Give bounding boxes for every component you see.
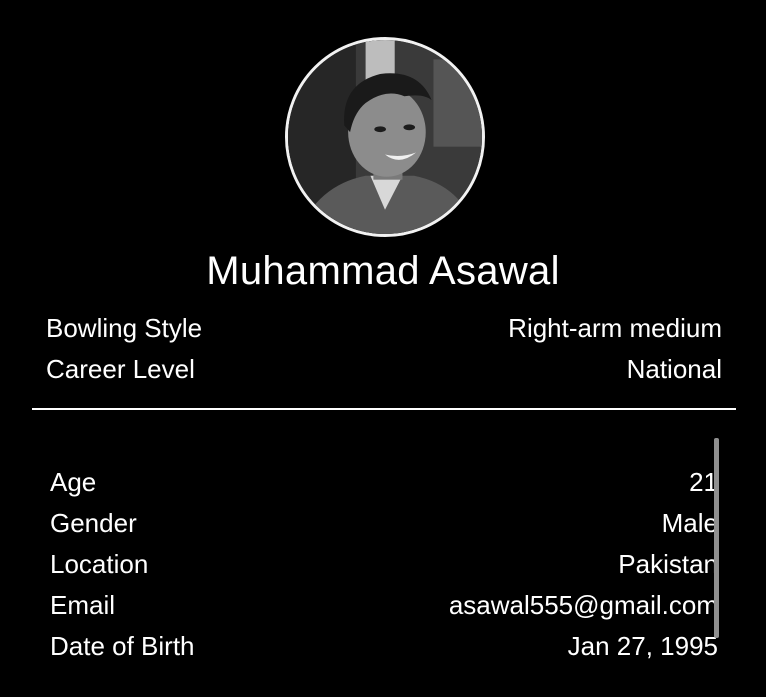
location-value: Pakistan: [618, 549, 718, 579]
profile-screen: Muhammad Asawal Bowling Style Right-arm …: [0, 0, 766, 697]
email-value[interactable]: asawal555@gmail.com: [449, 588, 718, 622]
career-level-value: National: [626, 354, 722, 384]
profile-photo-icon: [288, 40, 482, 234]
avatar[interactable]: [285, 37, 485, 237]
age-label: Age: [50, 467, 97, 497]
bowling-style-row: Bowling Style Right-arm medium: [46, 311, 722, 345]
location-row: Location Pakistan: [50, 547, 718, 581]
location-label: Location: [50, 549, 149, 579]
gender-row: Gender Male: [50, 506, 718, 540]
gender-value: Male: [661, 508, 718, 538]
bowling-style-value: Right-arm medium: [508, 313, 722, 343]
email-row: Email asawal555@gmail.com: [50, 588, 718, 622]
career-level-row: Career Level National: [46, 352, 722, 386]
date-of-birth-row: Date of Birth Jan 27, 1995: [50, 629, 718, 663]
gender-label: Gender: [50, 508, 137, 538]
email-label: Email: [50, 590, 116, 620]
player-name: Muhammad Asawal: [206, 249, 560, 293]
bowling-style-label: Bowling Style: [46, 313, 203, 343]
age-row: Age 21: [50, 465, 718, 499]
details-scrollbar[interactable]: [714, 438, 719, 638]
section-divider: [32, 408, 736, 410]
date-of-birth-label: Date of Birth: [50, 631, 195, 661]
career-level-label: Career Level: [46, 354, 195, 384]
date-of-birth-value: Jan 27, 1995: [567, 631, 718, 661]
